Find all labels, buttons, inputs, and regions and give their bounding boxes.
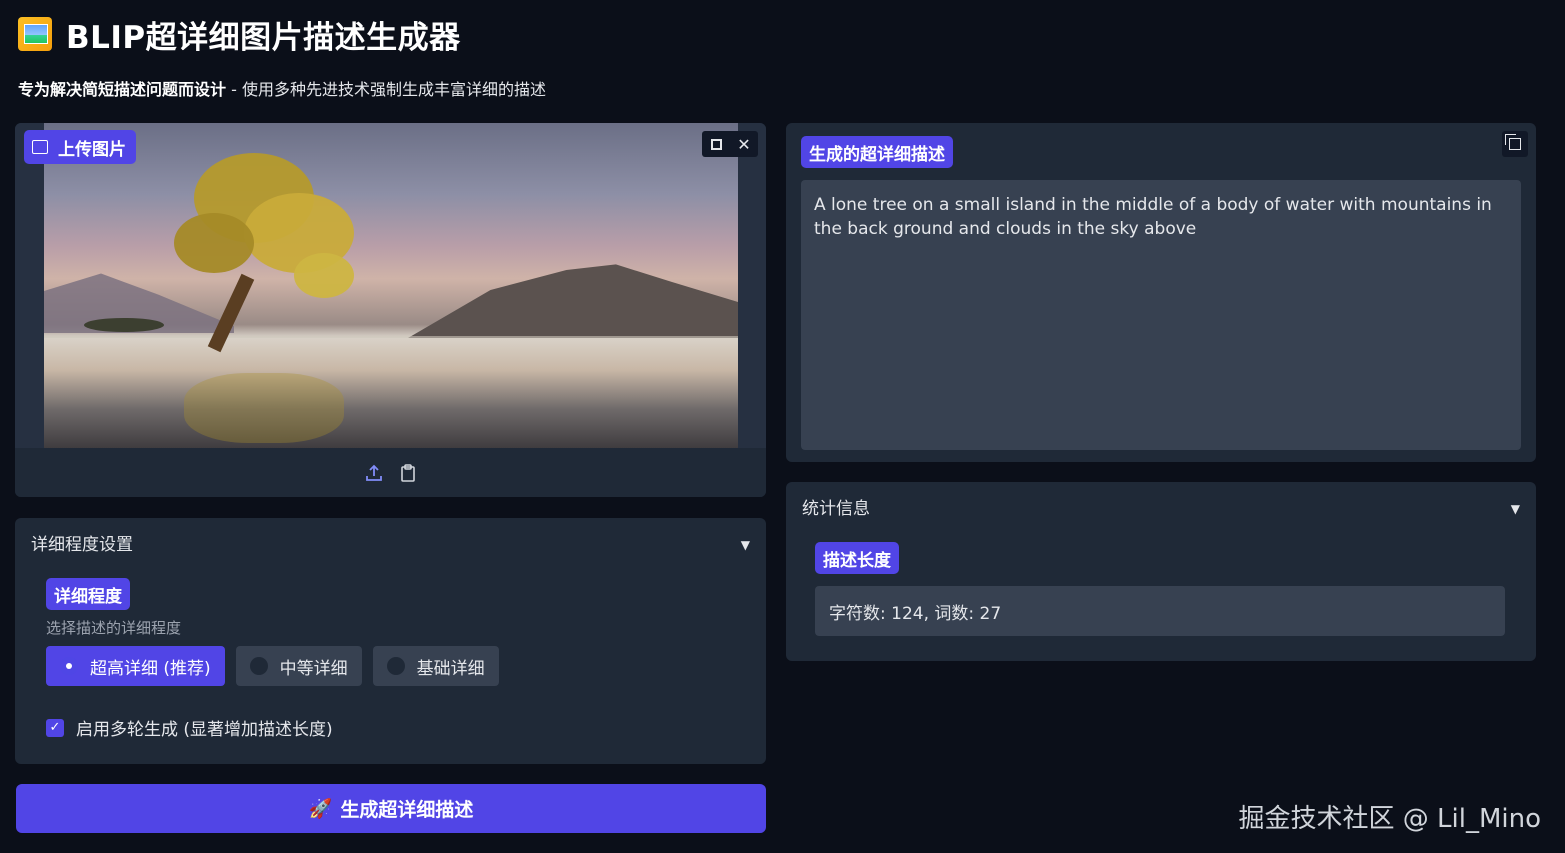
radio-ultra-detail[interactable]: 超高详细 (推荐) — [46, 646, 225, 686]
picture-icon — [18, 17, 52, 51]
length-label: 描述长度 — [815, 542, 899, 574]
clipboard-button[interactable] — [398, 463, 418, 483]
radio-label: 超高详细 (推荐) — [90, 658, 211, 679]
stats-accordion: 统计信息 ▼ 描述长度 字符数: 124, 词数: 27 — [786, 482, 1536, 661]
output-label: 生成的超详细描述 — [801, 136, 953, 168]
image-icon — [32, 140, 48, 154]
watermark: 掘金技术社区 @ Lil_Mino — [1238, 804, 1541, 834]
header: BLIP超详细图片描述生成器 — [18, 14, 461, 56]
fullscreen-button[interactable] — [702, 131, 730, 157]
multi-round-label: 启用多轮生成 (显著增加描述长度) — [76, 720, 333, 740]
caret-down-icon[interactable]: ▼ — [741, 538, 750, 552]
rocket-icon: 🚀 — [308, 798, 333, 820]
clipboard-icon — [400, 463, 415, 482]
detail-level-radio-group: 超高详细 (推荐) 中等详细 基础详细 — [46, 646, 499, 686]
radio-selected-icon — [60, 657, 78, 675]
upload-image-label: 上传图片 — [24, 130, 136, 164]
image-preview: 上传图片 ✕ — [15, 123, 766, 448]
detail-level-label: 详细程度 — [46, 578, 130, 610]
subtitle-text: - 使用多种先进技术强制生成丰富详细的描述 — [226, 80, 546, 99]
upload-source-bar — [15, 448, 766, 497]
detail-level-info: 选择描述的详细程度 — [46, 619, 182, 637]
upload-icon — [365, 464, 382, 481]
detail-settings-accordion: 详细程度设置 ▼ 详细程度 选择描述的详细程度 超高详细 (推荐) 中等详细 基… — [15, 518, 766, 764]
page-subtitle: 专为解决简短描述问题而设计 - 使用多种先进技术强制生成丰富详细的描述 — [18, 76, 546, 100]
upload-button[interactable] — [364, 463, 384, 483]
radio-empty-icon — [249, 657, 268, 675]
generate-button[interactable]: 🚀 生成超详细描述 — [16, 784, 766, 833]
generate-button-label: 生成超详细描述 — [340, 799, 474, 821]
description-output[interactable]: A lone tree on a small island in the mid… — [801, 180, 1521, 450]
radio-basic-detail[interactable]: 基础详细 — [372, 646, 499, 686]
copy-button[interactable] — [1502, 131, 1528, 157]
image-toolbar: ✕ — [702, 131, 758, 157]
page-title: BLIP超详细图片描述生成器 — [66, 19, 461, 56]
multi-round-checkbox[interactable]: ✓ — [46, 718, 64, 737]
radio-empty-icon — [386, 657, 405, 675]
close-button[interactable]: ✕ — [730, 131, 758, 157]
copy-icon — [1505, 134, 1521, 150]
caret-down-icon[interactable]: ▼ — [1511, 502, 1520, 516]
radio-label: 中等详细 — [279, 658, 348, 679]
uploaded-image — [44, 123, 738, 448]
output-panel: 生成的超详细描述 A lone tree on a small island i… — [786, 123, 1536, 462]
close-icon: ✕ — [737, 134, 751, 154]
fullscreen-icon — [710, 138, 722, 150]
stats-accordion-title[interactable]: 统计信息 — [802, 494, 870, 519]
accordion-title[interactable]: 详细程度设置 — [31, 530, 133, 555]
image-upload-panel[interactable]: 上传图片 ✕ — [15, 123, 766, 497]
length-output[interactable]: 字符数: 124, 词数: 27 — [815, 586, 1505, 636]
multi-round-checkbox-row[interactable]: ✓ 启用多轮生成 (显著增加描述长度) — [46, 715, 333, 740]
subtitle-bold: 专为解决简短描述问题而设计 — [18, 80, 227, 99]
radio-label: 基础详细 — [416, 658, 485, 679]
radio-medium-detail[interactable]: 中等详细 — [235, 646, 362, 686]
upload-label-text: 上传图片 — [58, 139, 126, 160]
